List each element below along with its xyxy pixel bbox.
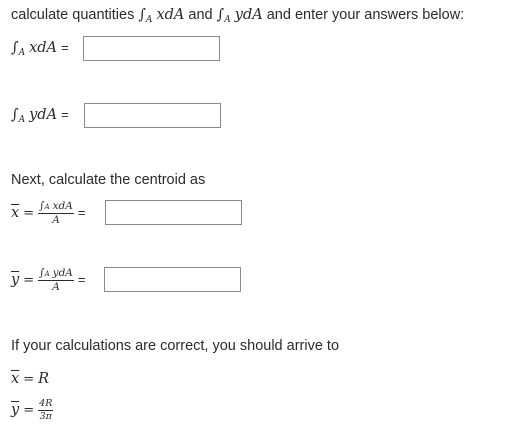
- instructions-suffix: and enter your answers below:: [266, 7, 465, 23]
- y-bar-formula: y = ∫A ydA A =: [11, 268, 86, 292]
- y-bar-input[interactable]: [104, 267, 241, 292]
- x-bar-fraction: ∫A xdA A: [38, 201, 74, 225]
- equals-sign: =: [23, 272, 35, 288]
- y-bar-symbol: y: [11, 401, 20, 418]
- int-y-dA-input[interactable]: [84, 103, 221, 128]
- x-bar-input[interactable]: [105, 200, 242, 225]
- y-bar-symbol: y: [11, 271, 20, 288]
- y-bar-fraction: ∫A ydA A: [38, 268, 74, 292]
- y-dA-expression: ydA: [234, 7, 263, 23]
- y-bar-result: y = 4R 3π: [11, 398, 54, 422]
- instructions-and: and: [188, 7, 213, 23]
- integral-region: A: [224, 15, 231, 25]
- int-y-dA-label: ∫A ydA =: [11, 107, 69, 125]
- equals-sign: =: [77, 204, 86, 220]
- fraction-denominator: 3π: [39, 410, 52, 422]
- integral-region: A: [44, 270, 50, 278]
- result-R: R: [38, 371, 50, 387]
- equals-sign: =: [77, 271, 86, 287]
- equals-sign: =: [23, 402, 35, 418]
- fraction-numerator: 4R: [38, 398, 54, 411]
- x-dA-expression: xdA: [52, 200, 73, 212]
- y-bar-result-fraction: 4R 3π: [38, 398, 54, 422]
- equals-sign: =: [61, 40, 69, 55]
- y-dA-expression: ydA: [52, 267, 73, 279]
- x-dA-expression: xdA: [156, 7, 185, 23]
- x-bar-formula: x = ∫A xdA A =: [11, 201, 85, 225]
- y-dA-expression: ydA: [29, 107, 58, 123]
- int-x-dA-label: ∫A xdA =: [11, 40, 69, 58]
- fraction-numerator: ∫A ydA: [38, 268, 74, 281]
- instructions-line: calculate quantities ∫A xdA and ∫A ydA a…: [11, 7, 465, 25]
- integral-symbol: ∫: [138, 7, 146, 23]
- fraction-denominator: A: [52, 213, 60, 226]
- equals-sign: =: [61, 107, 69, 122]
- instructions-prefix: calculate quantities: [11, 7, 135, 23]
- fraction-denominator: A: [52, 280, 60, 293]
- equals-sign: =: [23, 205, 35, 221]
- result-instruction: If your calculations are correct, you sh…: [11, 338, 340, 354]
- next-instruction: Next, calculate the centroid as: [11, 172, 206, 188]
- integral-symbol: ∫: [11, 107, 19, 123]
- x-bar-result: x = R: [11, 371, 49, 387]
- integral-region: A: [18, 48, 26, 58]
- int-x-dA-input[interactable]: [83, 36, 220, 61]
- fraction-numerator: ∫A xdA: [38, 201, 74, 214]
- equals-sign: =: [23, 372, 35, 387]
- integral-region: A: [18, 115, 26, 125]
- integral-symbol: ∫: [11, 40, 19, 56]
- integral-region: A: [145, 15, 153, 25]
- x-dA-expression: xdA: [29, 40, 58, 56]
- x-bar-symbol: x: [11, 204, 20, 221]
- integral-region: A: [44, 203, 50, 211]
- x-bar-symbol: x: [11, 371, 20, 387]
